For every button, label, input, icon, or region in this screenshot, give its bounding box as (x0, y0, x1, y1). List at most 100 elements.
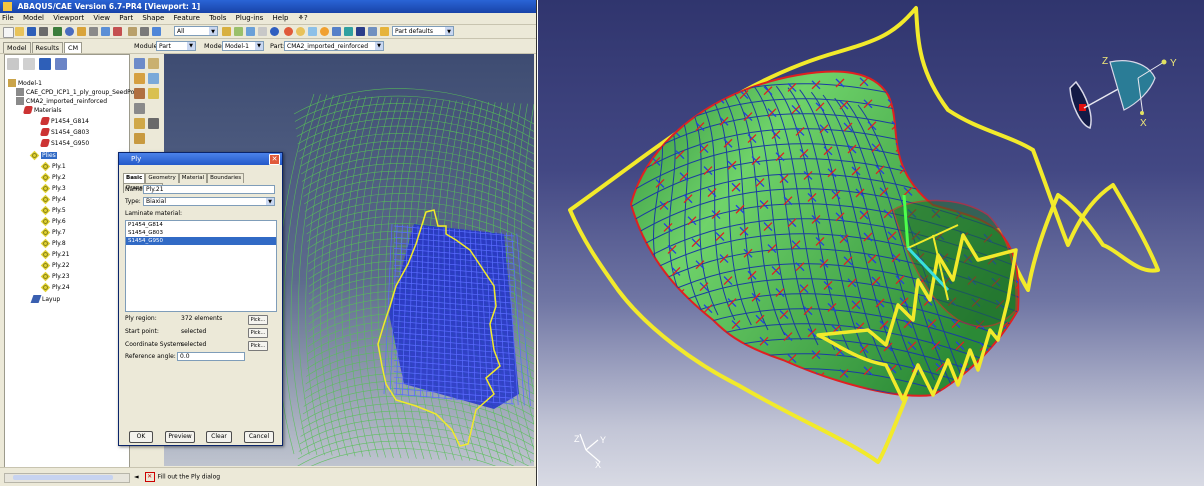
name-field[interactable]: Ply.21 (143, 185, 275, 194)
reference-angle-field[interactable]: 0.0 (177, 352, 245, 361)
box-zoom-icon[interactable] (89, 27, 98, 36)
save-icon[interactable] (39, 58, 51, 70)
menu-feature[interactable]: Feature (174, 14, 200, 22)
cancel-procedure-icon[interactable]: ✕ (144, 472, 155, 482)
pick-csys-button[interactable]: Pick... (248, 341, 268, 351)
tree-collapse-icon[interactable] (23, 58, 35, 70)
tree-item-ply[interactable]: Ply.2 (40, 172, 66, 183)
drape-icon[interactable] (134, 103, 145, 114)
tree-item-layup[interactable]: Layup (30, 295, 60, 304)
close-icon[interactable]: ✕ (269, 154, 280, 165)
render-hidden-icon[interactable] (234, 27, 243, 36)
selection-filter-select[interactable]: All ▼ (174, 26, 218, 36)
tab-cm[interactable]: CM (64, 42, 83, 53)
remove-icon[interactable] (344, 27, 353, 36)
model-select[interactable]: Model-1 ▼ (222, 41, 264, 51)
replace-icon[interactable] (320, 27, 329, 36)
analyze-icon[interactable] (134, 118, 145, 129)
menu-help[interactable]: Help (273, 14, 289, 22)
edit-icon[interactable] (134, 133, 145, 144)
tree-item-ply[interactable]: Ply.5 (40, 205, 66, 216)
tree-item-materials[interactable]: Materials (22, 106, 62, 115)
tree-item-ply[interactable]: Ply.21 (40, 249, 70, 260)
clear-button[interactable]: Clear (206, 431, 232, 443)
layup-manager-icon[interactable] (148, 73, 159, 84)
layers-icon[interactable] (356, 27, 365, 36)
menu-file[interactable]: File (2, 14, 14, 22)
tree-item-ply[interactable]: Ply.1 (40, 161, 66, 172)
toggle-datum-icon[interactable] (308, 27, 317, 36)
menu-plugins[interactable]: Plug-ins (236, 14, 264, 22)
menu-model[interactable]: Model (23, 14, 44, 22)
tab-model[interactable]: Model (3, 42, 31, 53)
tree-item-model[interactable]: Model-1 (8, 79, 42, 88)
ply-manager-icon[interactable] (148, 58, 159, 69)
fit-icon[interactable] (101, 27, 110, 36)
refresh-icon[interactable] (55, 58, 67, 70)
save-icon[interactable] (27, 27, 36, 36)
ok-button[interactable]: OK (129, 431, 153, 443)
tree-item-ply[interactable]: Ply.22 (40, 260, 70, 271)
tree-item-ply[interactable]: Ply.6 (40, 216, 66, 227)
cancel-button[interactable]: Cancel (244, 431, 274, 443)
view-iso-icon[interactable] (258, 27, 267, 36)
add-icon[interactable] (332, 27, 341, 36)
query-icon[interactable] (128, 27, 137, 36)
rotate-icon[interactable] (65, 27, 74, 36)
selection-filter-icon[interactable] (152, 27, 161, 36)
print-icon[interactable] (39, 27, 48, 36)
defaults-icon[interactable] (380, 27, 389, 36)
tree-item-material[interactable]: S1454_G803 (39, 128, 89, 137)
tree-item-ply[interactable]: Ply.3 (40, 183, 66, 194)
menu-viewport[interactable]: Viewport (53, 14, 84, 22)
display-group-icon[interactable] (296, 27, 305, 36)
preview-button[interactable]: Preview (165, 431, 195, 443)
tree-item-ply[interactable]: Ply.7 (40, 227, 66, 238)
select-icon[interactable] (140, 27, 149, 36)
tree-item-ply[interactable]: Ply.24 (40, 282, 70, 293)
tree-item-ply[interactable]: Ply.4 (40, 194, 66, 205)
context-help-icon[interactable]: ⚘? (298, 14, 308, 22)
tab-boundaries[interactable]: Boundaries (207, 173, 245, 183)
tab-results[interactable]: Results (31, 42, 64, 53)
tree-item[interactable]: CMA2_imported_reinforced (16, 97, 107, 106)
info-icon[interactable] (270, 27, 279, 36)
type-select[interactable]: Biaxial ▼ (143, 197, 275, 206)
create-ply-icon[interactable] (134, 58, 145, 69)
tab-material[interactable]: Material (178, 173, 208, 183)
menu-tools[interactable]: Tools (209, 14, 226, 22)
tree-filter-icon[interactable] (7, 58, 19, 70)
pick-start-button[interactable]: Pick... (248, 328, 268, 338)
module-select[interactable]: Part ▼ (156, 41, 196, 51)
tree-item-material[interactable]: P1454_G814 (39, 117, 89, 126)
tree-item-material[interactable]: S1454_G950 (39, 139, 89, 148)
flatten-icon[interactable] (148, 118, 159, 129)
list-item-selected[interactable]: S1454_G950 (126, 237, 276, 245)
laminate-material-list[interactable]: P1454_G814 S1454_G803 S1454_G950 (125, 220, 277, 312)
menu-shape[interactable]: Shape (142, 14, 164, 22)
open-folder-icon[interactable] (15, 27, 24, 36)
tab-geometry[interactable]: Geometry (145, 173, 179, 183)
list-item[interactable]: P1454_G814 (126, 221, 276, 229)
back-arrow-icon[interactable]: ◄ (134, 474, 139, 481)
part-select[interactable]: CMA2_imported_reinforced ▼ (284, 41, 384, 51)
menu-part[interactable]: Part (119, 14, 133, 22)
material-icon[interactable] (134, 88, 145, 99)
draped-ply-canvas[interactable]: Z Y X Z Y X (538, 0, 1204, 486)
tab-basic[interactable]: Basic (123, 173, 146, 183)
tree-item[interactable]: CAE_CPD_ICP1_1_ply_group_SeedPor (16, 88, 137, 97)
zoom-icon[interactable] (77, 27, 86, 36)
pan-icon[interactable] (53, 27, 62, 36)
new-file-icon[interactable] (3, 27, 14, 38)
tree-item-ply[interactable]: Ply.8 (40, 238, 66, 249)
menu-view[interactable]: View (93, 14, 110, 22)
render-wire-icon[interactable] (222, 27, 231, 36)
color-code-icon[interactable] (284, 27, 293, 36)
create-layup-icon[interactable] (134, 73, 145, 84)
tree-horizontal-scrollbar[interactable] (4, 473, 130, 483)
scrollbar-thumb[interactable] (13, 475, 113, 480)
tree-item-plies[interactable]: Plies (29, 150, 57, 161)
material-manager-icon[interactable] (148, 88, 159, 99)
viewport-3d-draping[interactable]: Z Y X Z Y X (538, 0, 1204, 486)
render-shaded-icon[interactable] (246, 27, 255, 36)
